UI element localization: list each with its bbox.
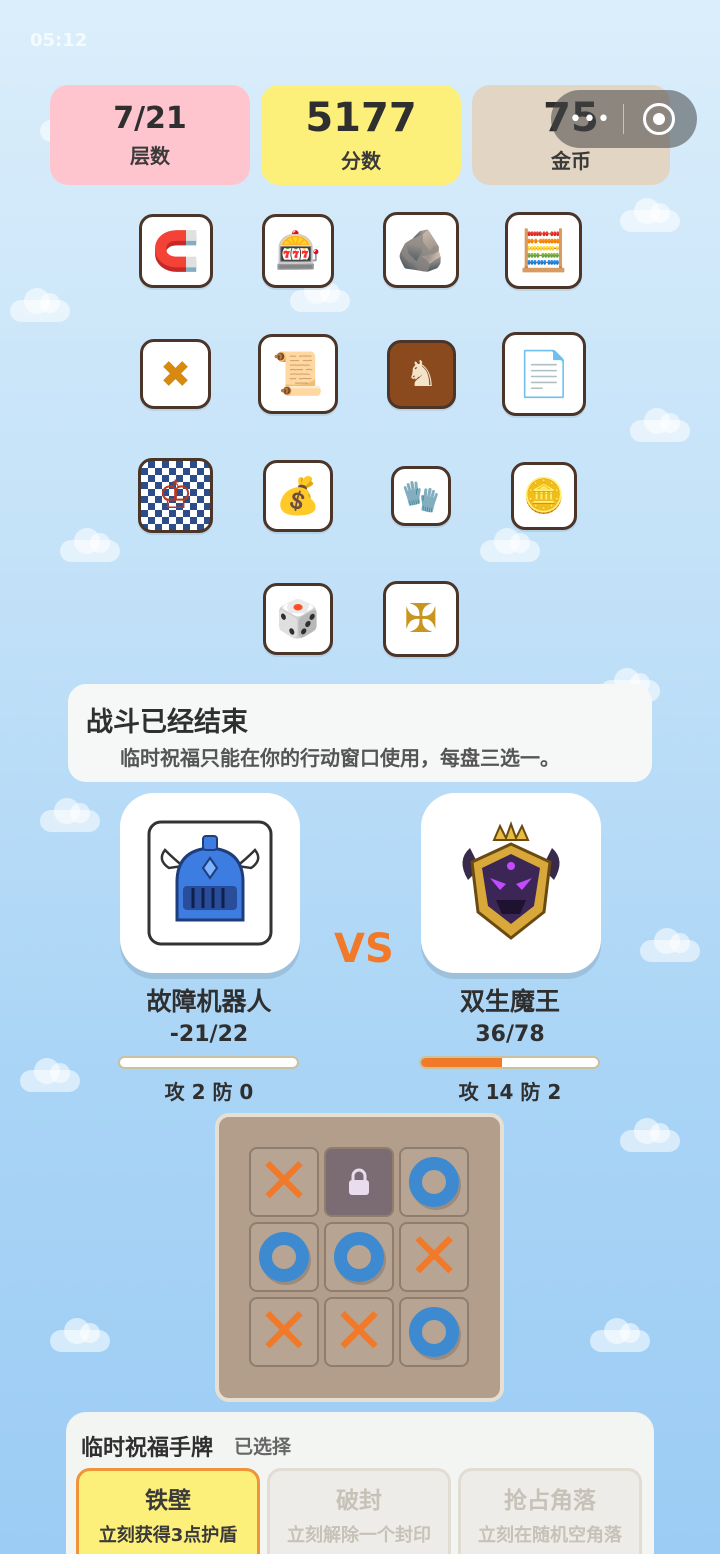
capsule-divider (623, 104, 624, 134)
board-cell[interactable] (324, 1147, 394, 1217)
enemy-stats: 攻 14 防 2 (458, 1080, 562, 1104)
slot-machine-icon[interactable]: 🎰 (262, 214, 334, 288)
blessing-card-desc: 立刻在随机空角落 (478, 1525, 622, 1546)
demon-king-icon (462, 821, 560, 940)
x-mark-icon: ✕ (407, 1220, 461, 1294)
more-menu-icon[interactable]: ••• (569, 107, 611, 132)
checkerboard-icon[interactable]: ♔ (138, 458, 213, 533)
abacus-icon[interactable]: 🧮 (505, 212, 582, 289)
board-cell[interactable] (399, 1147, 469, 1217)
player-hp: -21/22 (169, 1022, 249, 1047)
board-cell[interactable]: ✕ (399, 1222, 469, 1292)
floor-label: 层数 (130, 144, 170, 168)
o-mark-icon (409, 1157, 459, 1207)
cloud (590, 1318, 650, 1352)
cloud (60, 528, 120, 562)
status-time: 05:12 (30, 30, 88, 51)
cloud (10, 288, 70, 322)
player-name: 故障机器人 (146, 987, 272, 1016)
blessing-card-name: 铁壁 (145, 1488, 191, 1514)
cloud (290, 278, 350, 312)
enemy-avatar (421, 793, 601, 973)
scroll-map-icon[interactable]: 📜 (258, 334, 338, 414)
blessing-card-desc: 立刻解除一个封印 (287, 1525, 431, 1546)
board-cell[interactable]: ✕ (249, 1147, 319, 1217)
score-value: 5177 (305, 95, 417, 141)
coin-x-icon[interactable]: ✖ (140, 339, 211, 409)
score-label: 分数 (341, 149, 381, 173)
miniprogram-capsule: ••• (551, 90, 697, 148)
blessing-card-desc: 立刻获得3点护盾 (98, 1525, 238, 1546)
board-cell[interactable] (399, 1297, 469, 1367)
enemy-hp-bar (419, 1056, 600, 1069)
x-mark-icon: ✕ (257, 1145, 311, 1219)
blessing-hand-panel: 临时祝福手牌 已选择 铁壁 立刻获得3点护盾 破封 立刻解除一个封印 抢占角落 立刻在随机… (66, 1412, 654, 1554)
blessing-card[interactable]: 破封立刻解除一个封印 (267, 1468, 451, 1554)
knight-helmet-icon (147, 820, 273, 946)
board-cell[interactable] (324, 1222, 394, 1292)
player-avatar (120, 793, 300, 973)
blessing-card-name: 破封 (336, 1488, 382, 1514)
x-mark-icon: ✕ (257, 1295, 311, 1369)
blessing-card-name: 抢占角落 (504, 1488, 596, 1514)
battle-status-title: 战斗已经结束 (86, 707, 248, 738)
cloud (20, 1058, 80, 1092)
glove-icon[interactable]: 🧤 (391, 466, 451, 526)
player-hp-bar (118, 1056, 299, 1069)
board-cell[interactable]: ✕ (324, 1297, 394, 1367)
score-stat: 5177 分数 (261, 85, 461, 185)
enemy-name: 双生魔王 (459, 987, 560, 1016)
board-cell[interactable] (249, 1222, 319, 1292)
cloud (620, 1118, 680, 1152)
blessing-card[interactable]: 铁壁立刻获得3点护盾 (76, 1468, 260, 1554)
battle-status-desc: 临时祝福只能在你的行动窗口使用，每盘三选一。 (120, 746, 560, 770)
money-bag-icon[interactable]: 💰 (263, 460, 333, 532)
cloud (640, 928, 700, 962)
game-board: ✕ ✕ ✕ ✕ (215, 1113, 504, 1402)
enemy-hp: 36/78 (475, 1022, 545, 1047)
enemy-hp-fill (421, 1058, 503, 1067)
cloud (50, 1318, 110, 1352)
x-mark-icon: ✕ (332, 1295, 386, 1369)
chess-pieces-icon[interactable]: ♞ (387, 340, 456, 409)
hand-title: 临时祝福手牌 (81, 1436, 214, 1461)
floor-value: 7/21 (113, 101, 187, 136)
blessing-card[interactable]: 抢占角落立刻在随机空角落 (458, 1468, 642, 1554)
board-cell[interactable]: ✕ (249, 1297, 319, 1367)
cloud (40, 798, 100, 832)
battle-status-card: 战斗已经结束 临时祝福只能在你的行动窗口使用，每盘三选一。 (68, 684, 652, 782)
cloud (620, 198, 680, 232)
player-stats: 攻 2 防 0 (164, 1080, 254, 1104)
paper-icon[interactable]: 📄 (502, 332, 586, 416)
floor-stat: 7/21 层数 (50, 85, 250, 185)
gold-button-icon[interactable]: 🪙 (511, 462, 577, 530)
dice-icon[interactable]: 🎲 (263, 583, 333, 655)
o-mark-icon (259, 1232, 309, 1282)
coin-label: 金币 (551, 149, 591, 173)
cloud (630, 408, 690, 442)
iron-icon[interactable]: 🪨 (383, 212, 459, 288)
close-target-icon[interactable] (643, 103, 675, 135)
o-mark-icon (409, 1307, 459, 1357)
cloud (480, 528, 540, 562)
lock-icon (349, 1168, 369, 1195)
hand-status: 已选择 (234, 1436, 292, 1458)
gold-ornament-icon[interactable]: ✠ (383, 581, 459, 657)
vs-label: VS (334, 926, 394, 972)
o-mark-icon (334, 1232, 384, 1282)
magnet-icon[interactable]: 🧲 (139, 214, 213, 288)
